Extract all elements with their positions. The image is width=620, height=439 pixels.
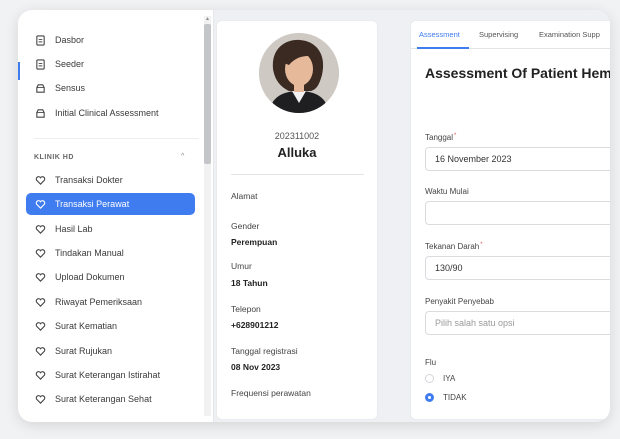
frekuensi-perawatan-label: Frequensi perawatan [231,388,311,398]
umur-label: Umur [231,261,252,271]
heart-icon [34,393,46,405]
document-icon [34,34,46,46]
app-window: Dasbor Seeder Sensus Initial Clinical As… [18,10,610,422]
tekanan-darah-field[interactable]: 130/90 [425,256,610,280]
penyakit-penyebab-select[interactable]: Pilih salah satu opsi [425,311,610,335]
sidebar-section-label: KLINIK HD [34,154,74,161]
assessment-form-panel: Assessment Supervising Examination Supp … [410,20,610,420]
sidebar-item-label: Surat Kematian [55,321,118,331]
sidebar-item-label: Upload Dokumen [55,272,125,282]
heart-icon [34,198,46,210]
radio-label: IYA [443,374,456,383]
waktu-mulai-field[interactable] [425,201,610,225]
flu-option-tidak[interactable]: TIDAK [425,393,467,402]
sidebar-item-label: Riwayat Pemeriksaan [55,297,143,307]
heart-icon [34,247,46,259]
tab-bar: Assessment Supervising Examination Supp [411,21,610,49]
sidebar-item-surat-keterangan-sehat[interactable]: Surat Keterangan Sehat [26,388,195,410]
sidebar-item-tindakan-manual[interactable]: Tindakan Manual [26,242,195,264]
sidebar-item-label: Seeder [55,59,85,69]
sidebar-active-indicator [18,62,20,80]
chevron-up-icon[interactable]: ^ [181,153,184,160]
patient-name: Alluka [277,145,317,160]
sidebar-item-label: Dasbor [55,35,85,45]
telepon-label: Telepon [231,304,261,314]
radio-checked-icon[interactable] [425,393,434,402]
required-marker: * [480,242,483,248]
sidebar-item-label: Surat Keterangan Sehat [55,394,152,404]
sidebar-item-hasil-lab[interactable]: Hasil Lab [26,218,195,240]
heart-icon [34,271,46,283]
heart-icon [34,296,46,308]
active-tab-indicator [417,47,469,49]
tanggal-label: Tanggal* [425,133,457,142]
sidebar-item-surat-rujukan[interactable]: Surat Rujukan [26,340,195,362]
patient-card: 202311002 Alluka Alamat Gender Perempuan… [216,20,378,420]
sidebar-item-seeder[interactable]: Seeder [26,53,195,75]
scroll-up-icon[interactable]: ▲ [205,16,210,22]
sidebar-item-label: Transaksi Perawat [55,199,130,209]
patient-id: 202311002 [274,131,320,141]
flu-option-iya[interactable]: IYA [425,374,455,383]
radio-label: TIDAK [443,393,467,402]
tanggal-registrasi-label: Tanggal registrasi [231,346,298,356]
sidebar-item-label: Tindakan Manual [55,248,124,258]
box-icon [34,82,46,94]
sidebar-item-label: Surat Rujukan [55,346,113,356]
sidebar: Dasbor Seeder Sensus Initial Clinical As… [18,10,214,422]
umur-value: 18 Tahun [231,278,268,288]
tab-examination-supp[interactable]: Examination Supp [539,30,600,39]
tanggal-registrasi-value: 08 Nov 2023 [231,362,281,372]
heart-icon [34,320,46,332]
scrollbar-thumb[interactable] [204,24,211,164]
penyakit-penyebab-label: Penyakit Penyebab [425,297,494,306]
gender-label: Gender [231,221,260,231]
waktu-mulai-label: Waktu Mulai [425,187,469,196]
alamat-label: Alamat [231,191,258,201]
gender-value: Perempuan [231,237,278,247]
required-marker: * [454,133,457,139]
sidebar-item-transaksi-perawat[interactable]: Transaksi Perawat [26,193,195,215]
sidebar-item-surat-kematian[interactable]: Surat Kematian [26,315,195,337]
card-divider [231,174,364,175]
sidebar-item-label: Surat Keterangan Istirahat [55,370,161,380]
box-icon [34,107,46,119]
sidebar-item-riwayat-pemeriksaan[interactable]: Riwayat Pemeriksaan [26,291,195,313]
sidebar-scrollbar[interactable]: ▲ [204,16,211,416]
sidebar-item-dasbor[interactable]: Dasbor [26,29,195,51]
sidebar-item-label: Sensus [55,83,86,93]
sidebar-item-upload-dokumen[interactable]: Upload Dokumen [26,266,195,288]
sidebar-item-surat-keterangan-istirahat[interactable]: Surat Keterangan Istirahat [26,364,195,386]
tab-assessment[interactable]: Assessment [419,30,460,39]
sidebar-item-label: Initial Clinical Assessment [55,108,159,118]
sidebar-divider [34,138,199,139]
radio-unchecked-icon[interactable] [425,374,434,383]
tanggal-field[interactable]: 16 November 2023 [425,147,610,171]
sidebar-item-label: Hasil Lab [55,224,93,234]
tekanan-darah-label: Tekanan Darah* [425,242,483,251]
sidebar-item-label: Transaksi Dokter [55,175,123,185]
flu-label: Flu [425,358,437,367]
form-title: Assessment Of Patient Hem [425,65,610,81]
tab-supervising[interactable]: Supervising [479,30,518,39]
heart-icon [34,369,46,381]
telepon-value: +628901212 [231,320,279,330]
avatar [259,33,339,113]
heart-icon [34,223,46,235]
heart-icon [34,345,46,357]
sidebar-item-transaksi-dokter[interactable]: Transaksi Dokter [26,169,195,191]
document-icon [34,58,46,70]
sidebar-item-sensus[interactable]: Sensus [26,77,195,99]
heart-icon [34,174,46,186]
sidebar-item-initial-clinical-assessment[interactable]: Initial Clinical Assessment [26,102,195,124]
